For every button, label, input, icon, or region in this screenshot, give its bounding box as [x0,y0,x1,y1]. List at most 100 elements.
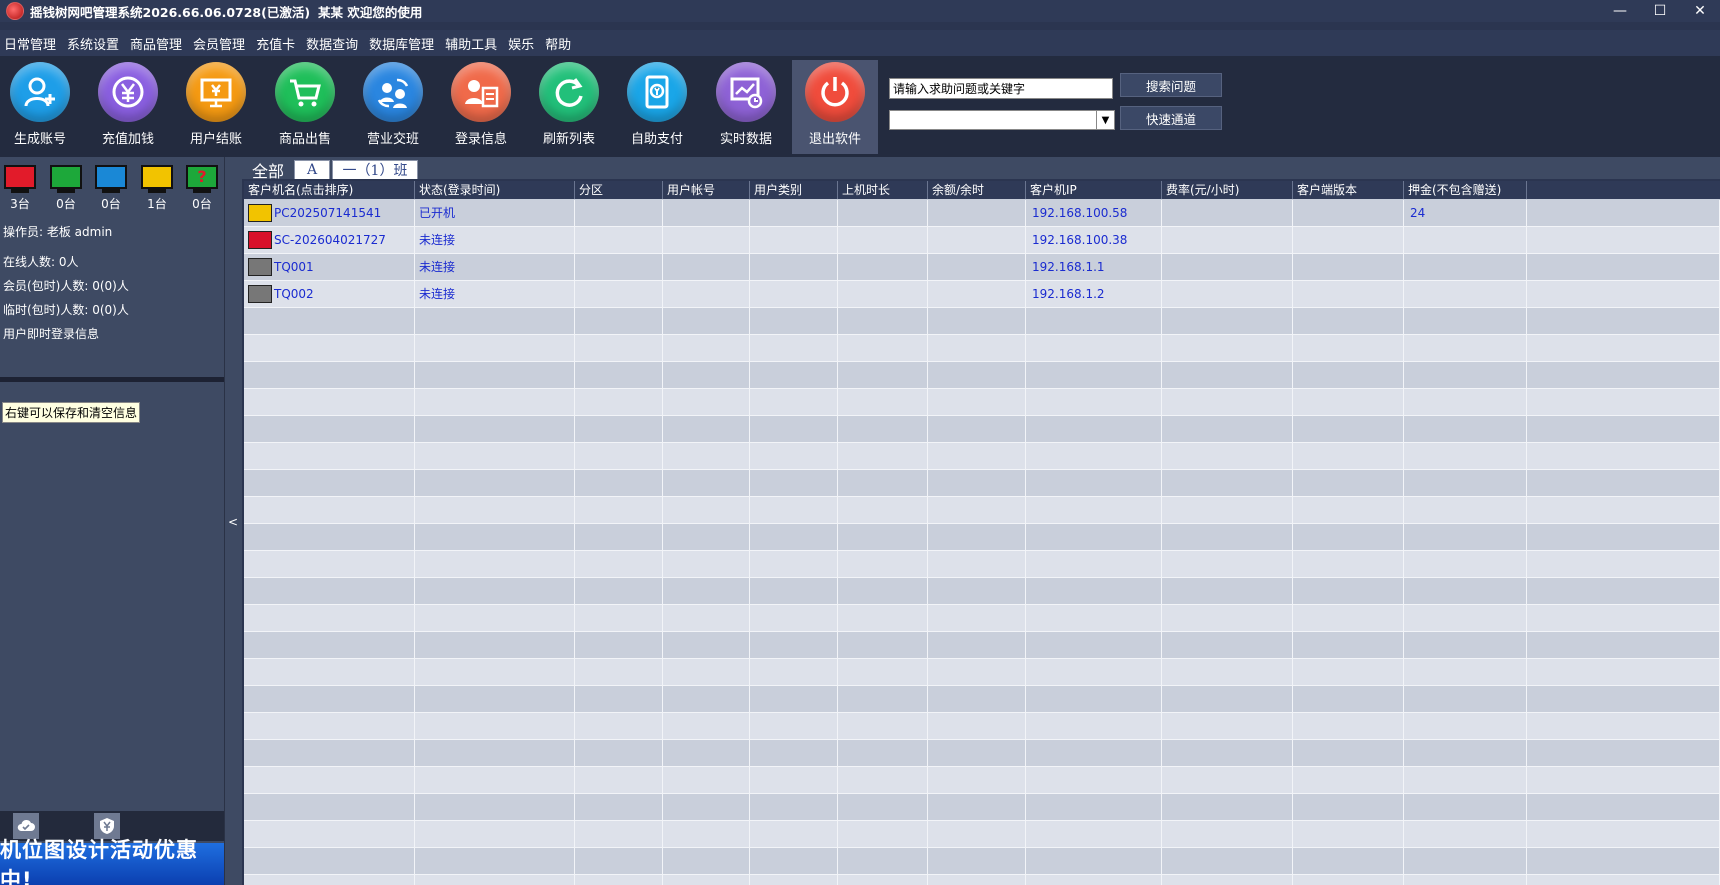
sell-goods-button[interactable]: 商品出售 [265,60,345,154]
table-row[interactable]: TQ001 未连接 192.168.1.1 [244,254,1720,281]
table-cell [838,443,928,470]
minimize-button[interactable]: — [1600,0,1640,22]
header-balance[interactable]: 余额/余时 [928,181,1026,199]
menu-goods[interactable]: 商品管理 [126,34,189,53]
status-cell: 已开机 [415,200,575,227]
table-cell [1527,335,1720,362]
menu-system-settings[interactable]: 系统设置 [63,34,126,53]
header-client-version[interactable]: 客户端版本 [1293,181,1404,199]
table-row[interactable] [244,767,1720,794]
status-red[interactable]: 3台 [2,165,38,212]
menu-recharge-card[interactable]: 充值卡 [252,34,302,53]
header-ip[interactable]: 客户机IP [1026,181,1162,199]
status-green[interactable]: 0台 [48,165,84,212]
tool-label: 用户结账 [189,132,242,147]
menu-tools[interactable]: 辅助工具 [441,34,504,53]
quick-channel-button[interactable]: 快速通道 [1120,106,1222,130]
checkout-button[interactable]: 用户结账 [176,60,256,154]
table-row[interactable] [244,848,1720,875]
table-cell [244,308,415,335]
tab-a[interactable]: A [294,160,330,179]
table-row[interactable] [244,497,1720,524]
table-cell [750,740,838,767]
table-cell [1026,632,1162,659]
panel-divider[interactable] [0,377,224,382]
table-cell [838,389,928,416]
promo-banner[interactable]: 机位图设计活动优惠中! [0,838,224,885]
table-row[interactable] [244,335,1720,362]
table-row[interactable] [244,389,1720,416]
menu-members[interactable]: 会员管理 [189,34,252,53]
maximize-button[interactable]: ☐ [1640,0,1680,22]
refresh-list-button[interactable]: 刷新列表 [529,60,609,154]
table-cell [1293,497,1404,524]
close-button[interactable]: ✕ [1680,0,1720,22]
table-cell [928,470,1026,497]
table-row[interactable] [244,443,1720,470]
search-question-button[interactable]: 搜索问题 [1120,73,1222,97]
header-machine-name[interactable]: 客户机名(点击排序) [244,181,415,199]
table-row[interactable] [244,524,1720,551]
table-row[interactable] [244,416,1720,443]
table-row[interactable] [244,362,1720,389]
header-status[interactable]: 状态(登录时间) [415,181,575,199]
table-row[interactable] [244,578,1720,605]
quick-select-dropdown[interactable]: ▼ [889,110,1115,130]
table-cell [928,794,1026,821]
table-row[interactable] [244,740,1720,767]
table-row[interactable] [244,605,1720,632]
ip-cell: 192.168.100.58 [1026,200,1162,227]
recharge-button[interactable]: 充值加钱 [88,60,168,154]
table-row[interactable] [244,632,1720,659]
table-row[interactable] [244,713,1720,740]
table-cell [575,875,663,885]
menu-help[interactable]: 帮助 [541,34,578,53]
login-info-button[interactable]: 登录信息 [441,60,521,154]
table-row[interactable]: TQ002 未连接 192.168.1.2 [244,281,1720,308]
table-row[interactable] [244,875,1720,885]
header-zone[interactable]: 分区 [575,181,663,199]
menu-database[interactable]: 数据库管理 [365,34,441,53]
table-row[interactable] [244,821,1720,848]
tab-class-1[interactable]: 一（1）班 [332,160,418,179]
search-input[interactable] [889,78,1113,99]
table-row[interactable] [244,308,1720,335]
tab-all[interactable]: 全部 [248,160,288,181]
status-blue[interactable]: 0台 [93,165,129,212]
table-row[interactable] [244,659,1720,686]
chevron-left-icon[interactable]: < [228,515,238,529]
table-row[interactable]: PC202507141541 已开机 192.168.100.58 24 [244,200,1720,227]
status-unknown[interactable]: ? 0台 [184,165,220,212]
self-pay-button[interactable]: 自助支付 [617,60,697,154]
table-cell [1026,416,1162,443]
header-account[interactable]: 用户帐号 [663,181,750,199]
table-row[interactable] [244,551,1720,578]
menu-daily[interactable]: 日常管理 [0,34,63,53]
table-row[interactable] [244,794,1720,821]
table-row[interactable] [244,686,1720,713]
table-row[interactable] [244,470,1720,497]
create-account-button[interactable]: 生成账号 [0,60,80,154]
deposit-cell [1404,281,1527,308]
table-cell [1162,362,1293,389]
menu-data-query[interactable]: 数据查询 [302,34,365,53]
table-cell [1162,200,1293,227]
table-cell [1162,254,1293,281]
chevron-down-icon[interactable]: ▼ [1096,111,1114,129]
collapse-panel-bar[interactable]: < [224,157,242,885]
table-cell [1293,659,1404,686]
status-yellow[interactable]: 1台 [139,165,175,212]
table-cell [838,794,928,821]
header-duration[interactable]: 上机时长 [838,181,928,199]
table-cell [663,659,750,686]
exit-software-button[interactable]: 退出软件 [792,60,878,154]
table-row[interactable]: SC-202604021727 未连接 192.168.100.38 [244,227,1720,254]
header-user-type[interactable]: 用户类别 [750,181,838,199]
realtime-data-button[interactable]: 实时数据 [706,60,786,154]
menu-entertainment[interactable]: 娱乐 [504,34,541,53]
shift-handover-button[interactable]: 营业交班 [353,60,433,154]
header-deposit[interactable]: 押金(不包含赠送) [1404,181,1527,199]
add-user-icon [10,62,70,122]
header-rate[interactable]: 费率(元/小时) [1162,181,1293,199]
table-cell [928,416,1026,443]
